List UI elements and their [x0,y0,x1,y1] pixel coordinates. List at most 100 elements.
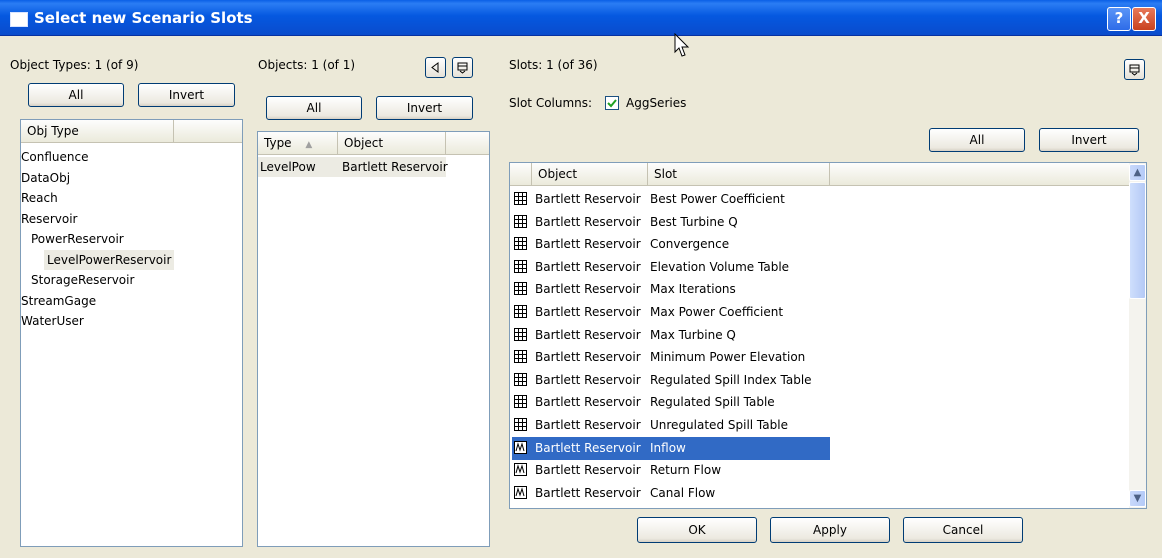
collapse-left-button[interactable] [425,57,446,78]
slots-options-button[interactable] [1124,59,1145,80]
objects-invert-button[interactable]: Invert [376,96,473,120]
obj-type-column-header[interactable]: Obj Type [21,120,174,142]
slot-row[interactable]: Bartlett Reservoir Minimum Power Elevatio… [512,346,830,369]
cancel-button[interactable]: Cancel [903,517,1023,543]
slot-name-cell: Max Power Coefficient [650,305,784,319]
slot-row[interactable]: Bartlett Reservoir Elevation Volume Table [512,256,830,279]
aggseries-checkbox[interactable] [605,96,619,110]
slot-name-cell: Return Flow [650,463,722,478]
title-bar[interactable]: Select new Scenario Slots ? X [0,0,1162,36]
obj-type-item[interactable]: WaterUser [21,311,84,331]
slot-object-cell: Bartlett Reservoir [535,305,641,319]
sort-ascending-icon: ▲ [305,140,313,150]
checkmark-icon [607,99,617,108]
object-types-all-button[interactable]: All [28,83,124,107]
obj-type-item[interactable]: StorageReservoir [31,270,134,290]
scroll-down-button[interactable]: ▼ [1129,490,1146,507]
type-column-label: Type [264,136,292,150]
slot-row[interactable]: Bartlett Reservoir Return Flow [512,459,830,482]
objects-all-button[interactable]: All [266,96,362,120]
object-types-list[interactable]: Obj Type Confluence DataObj Reach Reservoir… [20,119,243,547]
slots-count: Slots: 1 (of 36) [509,58,598,72]
slot-row[interactable]: Bartlett Reservoir Regulated Spill Index … [512,369,830,392]
slot-object-cell: Bartlett Reservoir [535,192,641,206]
scroll-thumb[interactable] [1129,182,1146,299]
table-grid-icon [514,259,527,273]
slot-row[interactable]: Bartlett Reservoir Best Turbine Q [512,211,830,234]
objects-header: Type ▲ Object [258,132,489,155]
slots-scrollbar[interactable]: ▲ ▼ [1129,163,1146,508]
slot-object-cell: Bartlett Reservoir [535,463,641,478]
object-column-header[interactable]: Object [338,132,446,154]
mouse-cursor-icon [674,33,690,57]
slot-row[interactable]: Bartlett Reservoir Max Turbine Q [512,324,830,347]
options-icon [1129,64,1140,76]
type-column-header[interactable]: Type ▲ [258,132,338,154]
slots-header: Object Slot [510,163,1146,186]
objects-row[interactable]: LevelPow Bartlett Reservoir [258,157,448,177]
slot-name-cell: Canal Flow [650,485,716,500]
slot-name-cell: Regulated Spill Table [650,395,775,410]
slot-name-cell: Regulated Spill Index Table [650,372,812,387]
slot-name-cell: Minimum Power Elevation [650,350,806,365]
slot-row[interactable]: Bartlett Reservoir Max Iterations [512,278,830,301]
table-grid-icon [514,192,527,205]
slot-object-cell: Bartlett Reservoir [535,418,641,432]
slot-object-cell: Bartlett Reservoir [535,485,641,500]
slot-name-cell: Elevation Volume Table [650,259,790,274]
slot-object-cell: Bartlett Reservoir [535,282,641,297]
close-button[interactable]: X [1132,7,1156,31]
slots-all-button[interactable]: All [929,128,1025,152]
obj-type-item[interactable]: Reach [21,188,58,208]
obj-type-item[interactable]: PowerReservoir [31,229,124,249]
slot-object-column-header[interactable]: Object [532,163,648,185]
slot-row[interactable]: Bartlett Reservoir Unregulated Spill Tabl… [512,414,830,437]
object-name-cell: Bartlett Reservoir [342,160,448,174]
slot-column-header[interactable]: Slot [648,163,830,185]
slot-object-cell: Bartlett Reservoir [535,259,641,274]
object-type-cell: LevelPow [260,160,316,174]
table-grid-icon [514,282,527,296]
obj-type-item[interactable]: StreamGage [21,291,96,311]
slot-columns-label: Slot Columns: [509,96,593,110]
slot-name-cell: Best Turbine Q [650,214,738,229]
slot-object-cell: Bartlett Reservoir [535,350,641,365]
slot-row[interactable]: Bartlett Reservoir Canal Flow [512,482,830,505]
slot-row[interactable]: Bartlett Reservoir Inflow [512,436,830,460]
slot-name-cell: Unregulated Spill Table [650,418,788,432]
object-types-header: Obj Type [21,120,242,143]
slot-object-cell: Bartlett Reservoir [535,395,641,410]
ok-button[interactable]: OK [637,517,757,543]
obj-type-item[interactable]: Confluence [21,147,88,167]
objects-options-button[interactable] [452,57,473,78]
slots-invert-button[interactable]: Invert [1039,128,1139,152]
slots-list[interactable]: Object Slot Bartlett Reservoir Best Power… [509,162,1147,509]
slot-name-cell: Max Turbine Q [650,327,736,342]
table-grid-icon [514,237,527,251]
icon-column-header [510,163,532,185]
table-grid-icon [514,395,527,409]
slot-row[interactable]: Bartlett Reservoir Best Power Coefficient [512,188,830,211]
slot-row[interactable]: Bartlett Reservoir Regulated Spill Table [512,391,830,414]
slot-name-cell: Inflow [650,440,686,455]
series-wave-icon [514,463,527,477]
series-wave-icon [514,485,527,499]
slot-row[interactable]: Bartlett Reservoir Convergence [512,233,830,256]
object-types-invert-button[interactable]: Invert [138,83,235,107]
obj-type-item[interactable]: LevelPowerReservoir [44,249,175,270]
apply-button[interactable]: Apply [770,517,890,543]
slot-object-cell: Bartlett Reservoir [535,440,641,455]
table-grid-icon [514,418,527,431]
series-wave-icon [514,440,527,454]
table-grid-icon [514,350,527,364]
obj-type-item[interactable]: DataObj [21,168,70,188]
slot-object-cell: Bartlett Reservoir [535,327,641,342]
objects-list[interactable]: Type ▲ Object LevelPow Bartlett Reservoi… [257,131,490,547]
table-grid-icon [514,305,527,318]
obj-type-item[interactable]: Reservoir [21,209,77,229]
aggseries-label: AggSeries [626,96,687,110]
scroll-up-button[interactable]: ▲ [1129,164,1146,181]
slot-row[interactable]: Bartlett Reservoir Max Power Coefficient [512,301,830,324]
help-button[interactable]: ? [1107,7,1131,31]
slot-object-cell: Bartlett Reservoir [535,214,641,229]
